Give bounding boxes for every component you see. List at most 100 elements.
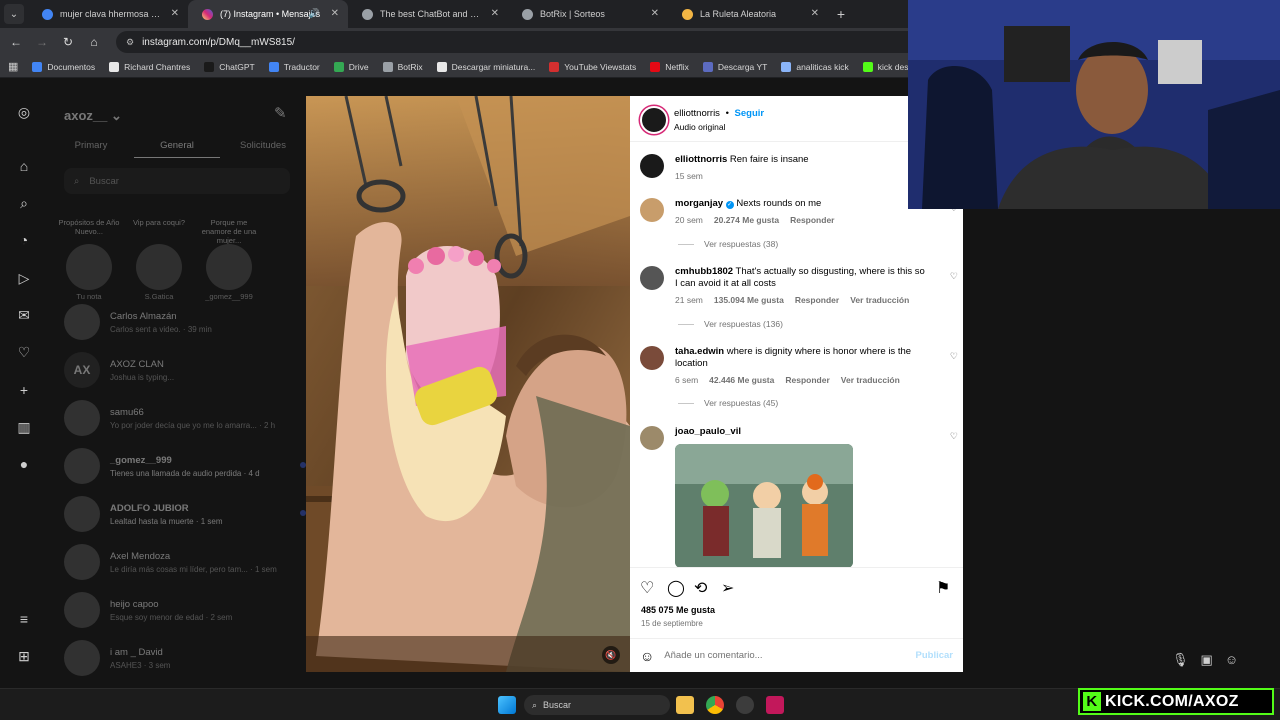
chat-list-item[interactable]: Axel Mendoza Le diría más cosas mi líder,… (64, 540, 300, 584)
search-icon[interactable]: ⌕ (14, 193, 34, 213)
bookmark-item[interactable]: Traductor (268, 61, 320, 72)
bookmark-item[interactable]: ChatGPT (204, 61, 255, 72)
close-icon[interactable]: ✕ (651, 8, 659, 19)
dm-search-input[interactable]: ⌕ Buscar (64, 168, 290, 194)
tab-ruleta[interactable]: La Ruleta Aleatoria ✕ (668, 0, 828, 28)
chat-list-item[interactable]: ADOLFO JUBIOR Lealtad hasta la muerte · 1… (64, 492, 306, 536)
tab-search-button[interactable]: ⌄ (4, 4, 24, 24)
bookmark-item[interactable]: Documentos (32, 61, 95, 72)
microphone-icon[interactable]: 🎙 (1172, 652, 1189, 668)
comment-likes[interactable]: 20.274 Me gusta (714, 214, 779, 226)
chat-list-item[interactable]: heijo capoo Esque soy menor de edad · 2 s… (64, 588, 300, 632)
comment-username[interactable]: taha.edwin (675, 346, 724, 357)
view-replies[interactable]: Ver respuestas (38) (678, 239, 778, 249)
comment-likes[interactable]: 135.094 Me gusta (714, 294, 784, 306)
reply-button[interactable]: Responder (785, 374, 829, 386)
note-item[interactable]: Propósitos de Año Nuevo... Tu nota (58, 218, 120, 301)
forward-icon[interactable]: → (32, 32, 52, 52)
share-icon[interactable]: ➢ (721, 578, 734, 598)
threads-icon[interactable]: ⊞ (14, 646, 34, 666)
chat-list-item[interactable]: samu66 Yo por joder decía que yo me lo am… (64, 396, 300, 440)
bookmark-item[interactable]: Richard Chantres (109, 61, 190, 72)
taskbar-search[interactable]: ⌕ Buscar (524, 695, 670, 715)
comment-like-icon[interactable]: ♡ (950, 270, 958, 282)
tab-botrix[interactable]: BotRix | Sorteos ✕ (508, 0, 668, 28)
instagram-logo-icon[interactable]: ◎ (14, 102, 34, 122)
author-avatar[interactable] (640, 154, 664, 178)
author-avatar[interactable] (640, 106, 668, 134)
comment-icon[interactable]: ◯ (667, 578, 685, 598)
site-info-icon[interactable]: ⚙ (126, 37, 134, 48)
commenter-avatar[interactable] (640, 346, 664, 370)
close-icon[interactable]: ✕ (811, 8, 819, 19)
like-icon[interactable]: ♡ (640, 578, 654, 598)
author-username[interactable]: elliottnorris (674, 108, 720, 119)
close-icon[interactable]: ✕ (491, 8, 499, 19)
create-icon[interactable]: + (14, 380, 34, 400)
menu-icon[interactable]: ≡ (14, 609, 34, 629)
close-icon[interactable]: ✕ (171, 8, 179, 19)
publish-button[interactable]: Publicar (916, 650, 954, 661)
reply-button[interactable]: Responder (795, 294, 839, 306)
url-field[interactable]: ⚙ instagram.com/p/DMq__mWS815/ (116, 31, 996, 53)
apps-icon[interactable]: ▦ (8, 60, 18, 73)
notifications-icon[interactable]: ♡ (14, 342, 34, 362)
comment-username[interactable]: joao_paulo_vil (675, 426, 741, 437)
note-item[interactable]: Porque me enamore de una mujer... _gomez_… (198, 218, 260, 301)
save-icon[interactable]: ⚑ (936, 578, 950, 598)
mute-icon[interactable]: 🔇 (602, 646, 620, 664)
streaming-app-icon[interactable] (766, 696, 784, 714)
chat-list-item[interactable]: Carlos Almazán Carlos sent a video. · 39 … (64, 300, 300, 344)
back-icon[interactable]: ← (6, 32, 26, 52)
caption-username[interactable]: elliottnorris (675, 154, 727, 165)
chat-list-item[interactable]: AX AXOZ CLAN Joshua is typing... (64, 348, 300, 392)
emoji-icon[interactable]: ☺ (640, 648, 654, 664)
image-icon[interactable]: ▣ (1201, 652, 1213, 668)
chat-list-item[interactable]: i am _ David ASAHE3 · 3 sem (64, 636, 300, 680)
new-message-icon[interactable]: ✎ (274, 104, 287, 122)
tab-chatbot[interactable]: The best ChatBot and Widgets ✕ (348, 0, 508, 28)
messages-icon[interactable]: ✉ (14, 305, 34, 325)
reload-icon[interactable]: ↻ (58, 32, 78, 52)
follow-button[interactable]: Seguir (735, 108, 765, 119)
comment-like-icon[interactable]: ♡ (950, 430, 958, 442)
reply-button[interactable]: Responder (790, 214, 834, 226)
tab-primary[interactable]: Primary (48, 136, 134, 158)
comment-username[interactable]: cmhubb1802 (675, 266, 733, 277)
chat-list-item[interactable]: _gomez__999 Tienes una llamada de audio p… (64, 444, 306, 488)
commenter-avatar[interactable] (640, 198, 664, 222)
comment-like-icon[interactable]: ♡ (950, 350, 958, 362)
translate-button[interactable]: Ver traducción (850, 294, 909, 306)
comment-gif[interactable] (675, 444, 853, 567)
reels-icon[interactable]: ▷ (14, 268, 34, 288)
tab-requests[interactable]: Solicitudes (220, 136, 306, 158)
translate-button[interactable]: Ver traducción (841, 374, 900, 386)
dm-username[interactable]: axoz__ ⌄ (64, 108, 122, 124)
profile-icon[interactable]: ● (14, 454, 34, 474)
tab-general[interactable]: General (134, 136, 220, 158)
comment-likes[interactable]: 42.446 Me gusta (709, 374, 774, 386)
bookmark-item[interactable]: Descarga YT (702, 61, 767, 72)
bookmark-item[interactable]: Netflix (650, 61, 689, 72)
tab-instagram[interactable]: (7) Instagram • Mensajes 🔊 ✕ (188, 0, 348, 28)
tab-google-search[interactable]: mujer clava hhermosa - Buscar ✕ (28, 0, 188, 28)
home-icon[interactable]: ⌂ (84, 32, 104, 52)
audio-label[interactable]: Audio original (674, 122, 726, 132)
app-icon[interactable] (736, 696, 754, 714)
like-count[interactable]: 485 075 Me gusta (641, 605, 715, 615)
commenter-avatar[interactable] (640, 266, 664, 290)
bookmark-item[interactable]: analiticas kick (781, 61, 849, 72)
home-icon[interactable]: ⌂ (14, 156, 34, 176)
note-item[interactable]: Vip para coqui? S.Gatica (128, 218, 190, 301)
windows-start-icon[interactable] (498, 696, 516, 714)
view-replies[interactable]: Ver respuestas (45) (678, 398, 778, 408)
chrome-icon[interactable] (706, 696, 724, 714)
post-video[interactable]: 🔇 (306, 96, 630, 672)
speaker-icon[interactable]: 🔊 (309, 8, 320, 19)
dashboard-icon[interactable]: ▥ (14, 417, 34, 437)
repost-icon[interactable]: ⟲ (694, 578, 707, 598)
close-icon[interactable]: ✕ (331, 8, 339, 19)
comment-username[interactable]: morganjay (675, 198, 723, 209)
bookmark-item[interactable]: BotRix (382, 61, 423, 72)
commenter-avatar[interactable] (640, 426, 664, 450)
